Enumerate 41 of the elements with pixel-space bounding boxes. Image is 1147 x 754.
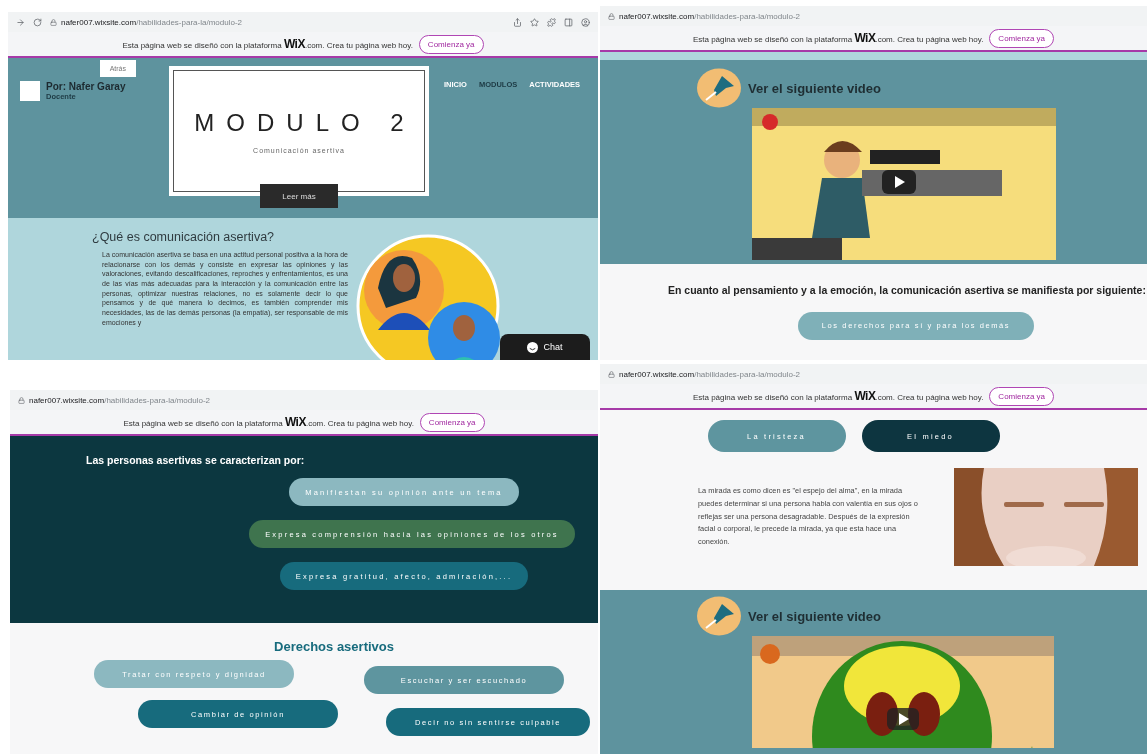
- lock-icon: [50, 18, 57, 26]
- avatar: [20, 81, 40, 101]
- address-bar[interactable]: nafer007.wixsite.com/habilidades-para-la/modulo-2: [10, 390, 598, 410]
- profile-icon[interactable]: [581, 17, 590, 27]
- address-bar[interactable]: nafer007.wixsite.com/habilidades-para-la/modulo-2: [8, 12, 598, 32]
- section-heading: ¿Qué es comunicación asertiva?: [92, 230, 276, 244]
- forward-icon[interactable]: [16, 17, 25, 27]
- pushpin-icon: [696, 596, 742, 636]
- chat-button[interactable]: Chat: [500, 334, 590, 360]
- section-heading: Derechos asertivos: [274, 639, 394, 654]
- lock-icon: [608, 12, 615, 20]
- reload-icon[interactable]: [33, 17, 42, 27]
- address-bar[interactable]: nafer007.wixsite.com/habilidades-para-la/modulo-2: [600, 364, 1147, 384]
- url-text: nafer007.wixsite.com/habilidades-para-la/modulo-2: [619, 369, 800, 379]
- banner-text: Esta página web se diseñó con la plataforma WiX.com. Crea tu página web hoy.: [123, 415, 414, 429]
- start-button[interactable]: Comienza ya: [418, 34, 484, 54]
- pushpin-icon: [696, 68, 742, 108]
- smiley-icon: [527, 341, 539, 353]
- share-icon[interactable]: [513, 17, 522, 27]
- lock-icon: [18, 396, 25, 404]
- section-heading: En cuanto al pensamiento y a la emoción, la comunicación asertiva se manifiesta por siguiente:: [668, 284, 1147, 298]
- url-text: nafer007.wixsite.com/habilidades-para-la/modulo-2: [619, 11, 800, 21]
- puzzle-icon[interactable]: [547, 17, 556, 27]
- section-heading: Ver el siguiente video: [748, 608, 881, 624]
- start-button[interactable]: Comienza ya: [989, 386, 1055, 406]
- banner-text: Esta página web se diseñó con la plataforma WiX.com. Crea tu página web hoy.: [692, 389, 984, 403]
- address-bar[interactable]: nafer007.wixsite.com/habilidades-para-la/modulo-2: [600, 6, 1147, 26]
- banner-text: Esta página web se diseñó con la plataforma WiX.com. Crea tu página web hoy.: [122, 37, 413, 51]
- section-heading: Ver el siguiente video: [748, 80, 881, 96]
- sidebar-icon[interactable]: [564, 17, 573, 27]
- author-name: Por: Nafer Garay: [46, 81, 126, 92]
- lock-icon: [608, 370, 615, 378]
- start-button[interactable]: Comienza ya: [989, 28, 1055, 48]
- section-heading: Las personas asertivas se caracterizan por:: [86, 454, 305, 466]
- read-more-button[interactable]: Leer más: [260, 184, 338, 208]
- module-title: MODULO 2: [194, 108, 416, 137]
- start-button[interactable]: Comienza ya: [419, 412, 485, 432]
- star-icon[interactable]: [530, 17, 539, 27]
- url-text: nafer007.wixsite.com/habilidades-para-la/modulo-2: [29, 395, 210, 405]
- banner-text: Esta página web se diseñó con la plataforma WiX.com. Crea tu página web hoy.: [692, 31, 984, 45]
- url-text: nafer007.wixsite.com/habilidades-para-la/modulo-2: [61, 17, 242, 27]
